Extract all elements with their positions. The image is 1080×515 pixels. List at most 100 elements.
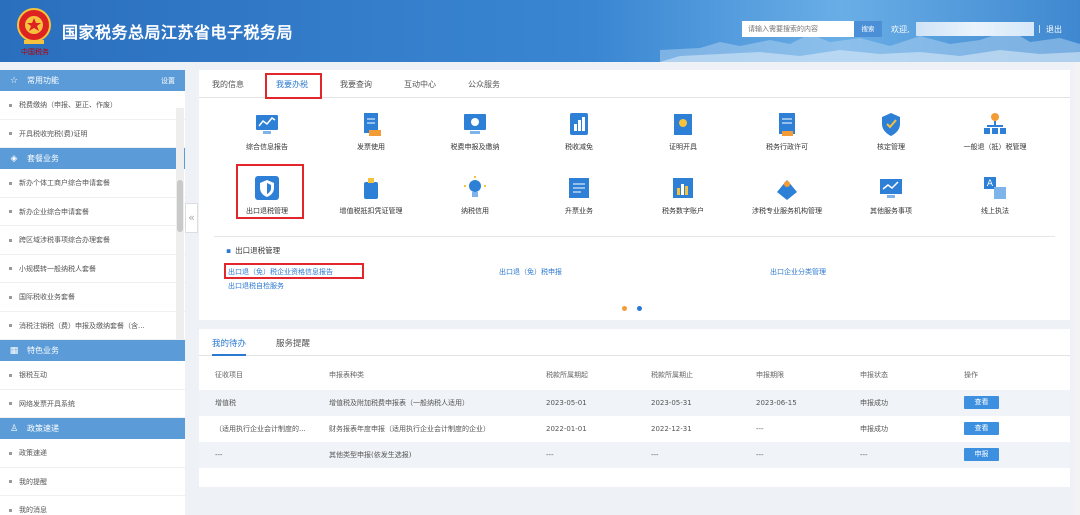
logout-link[interactable]: 退出	[1046, 24, 1062, 35]
column-header: 征收项目	[215, 371, 243, 379]
sidebar-section-policy[interactable]: ♙ 政策速递	[0, 418, 185, 439]
sidebar-section-package[interactable]: ◈ 套餐业务	[0, 148, 185, 169]
sidebar-item[interactable]: 小规模转一般纳税人套餐	[0, 255, 185, 283]
sidebar-item[interactable]: 新办企业综合申请套餐	[0, 198, 185, 226]
view-button[interactable]: 查看	[964, 422, 999, 435]
section-title: 政策速递	[27, 424, 59, 433]
table-cell: 增值税	[215, 399, 236, 407]
page-scrollbar[interactable]	[1074, 62, 1080, 515]
section-title: 套餐业务	[27, 154, 59, 163]
tab-public-service[interactable]: 公众服务	[468, 79, 500, 90]
function-label[interactable]: 证明开具	[633, 142, 733, 152]
export-selfcheck-link[interactable]: 出口退税自检服务	[228, 281, 284, 291]
function-label[interactable]: 税费申报及缴纳	[425, 142, 525, 152]
tax-relief-chart-icon[interactable]	[565, 110, 593, 138]
sidebar-item-label: 我的消息	[19, 506, 47, 514]
function-label[interactable]: 核定管理	[841, 142, 941, 152]
tab-service-reminder[interactable]: 服务提醒	[276, 337, 310, 349]
table-cell: 2023-06-15	[756, 399, 797, 407]
tab-query[interactable]: 我要查询	[340, 79, 372, 90]
export-declaration-link[interactable]: 出口退（免）税申报	[499, 267, 562, 277]
online-enforcement-icon[interactable]: A	[981, 174, 1009, 202]
sidebar-item-label: 跨区域涉税事项综合办理套餐	[19, 236, 110, 244]
invoice-icon[interactable]	[357, 110, 385, 138]
export-refund-subpanel: ▪ 出口退税管理 出口退（免）税企业资格信息报告 出口退（免）税申报 出口企业分类…	[214, 236, 1055, 301]
sidebar-scroll-thumb[interactable]	[177, 180, 183, 232]
sidebar-item[interactable]: 银税互动	[0, 361, 185, 390]
function-label[interactable]: 升票业务	[529, 206, 629, 216]
layers-icon: ◈	[10, 153, 18, 164]
function-label[interactable]: 一般退（抵）税管理	[945, 142, 1045, 152]
column-header: 申报期限	[756, 371, 784, 379]
star-icon: ☆	[9, 75, 19, 86]
declare-button[interactable]: 申报	[964, 448, 999, 461]
function-label[interactable]: 税收减免	[529, 142, 629, 152]
tab-my-info[interactable]: 我的信息	[212, 79, 244, 90]
settings-link[interactable]: 设置	[161, 76, 175, 86]
table-cell: 申报成功	[860, 399, 888, 407]
credit-bulb-icon[interactable]	[461, 174, 489, 202]
sidebar-item[interactable]: 开具税收完税(费)证明	[0, 120, 185, 148]
shield-check-icon[interactable]	[877, 110, 905, 138]
table-cell: （适用执行企业会计制度的...	[215, 425, 306, 433]
agency-tag-icon[interactable]	[773, 174, 801, 202]
function-label[interactable]: 涉税专业服务机构管理	[737, 206, 837, 216]
bullet-icon	[9, 402, 12, 405]
function-label[interactable]: 其他服务事项	[841, 206, 941, 216]
sidebar-item[interactable]: 政策速递	[0, 439, 185, 468]
search-button[interactable]: 搜索	[854, 21, 882, 37]
digital-account-icon[interactable]	[669, 174, 697, 202]
function-label[interactable]: 税务行政许可	[737, 142, 837, 152]
tab-my-todo[interactable]: 我的待办	[212, 337, 247, 356]
todo-panel: 我的待办 服务提醒 征收项目 申报表种类 税款所属期起 税款所属期止 申报期限 …	[199, 329, 1070, 487]
table-cell: 2023-05-31	[651, 399, 692, 407]
sidebar-item[interactable]: 网络发票开具系统	[0, 390, 185, 418]
sidebar-item-label: 我的提醒	[19, 477, 47, 486]
sidebar-collapse-button[interactable]: «	[185, 203, 198, 233]
sidebar-item-label: 银税互动	[19, 371, 47, 379]
sidebar-item[interactable]: 税费缴纳（申报、更正、作废）	[0, 91, 185, 120]
sidebar-item[interactable]: 消税注销税（费）申报及缴纳套餐（含...	[0, 312, 185, 340]
tab-interaction[interactable]: 互动中心	[404, 79, 436, 90]
report-monitor-icon[interactable]	[253, 110, 281, 138]
function-label[interactable]: 发票使用	[321, 142, 421, 152]
function-label[interactable]: 纳税信用	[425, 206, 525, 216]
column-header: 税款所属期起	[546, 371, 588, 379]
carousel-dot[interactable]	[622, 306, 627, 311]
certificate-icon[interactable]	[669, 110, 697, 138]
bullet-icon	[9, 238, 12, 242]
sidebar-item[interactable]: 新办个体工商户综合申请套餐	[0, 169, 185, 198]
highlight-box-tab	[265, 73, 322, 99]
sidebar-item-label: 税费缴纳（申报、更正、作废）	[19, 101, 117, 109]
export-classification-link[interactable]: 出口企业分类管理	[770, 267, 826, 277]
search-input[interactable]	[742, 21, 854, 37]
sidebar-item-label: 小规模转一般纳税人套餐	[19, 264, 96, 273]
voucher-bag-icon[interactable]	[357, 174, 385, 202]
license-icon[interactable]	[773, 110, 801, 138]
sidebar-item[interactable]: 我的提醒	[0, 468, 185, 496]
sidebar-item[interactable]: 我的消息	[0, 496, 185, 515]
sidebar-item-label: 消税注销税（费）申报及缴纳套餐（含...	[19, 321, 145, 330]
declare-monitor-icon[interactable]	[461, 110, 489, 138]
bullet-icon	[9, 324, 12, 327]
other-service-monitor-icon[interactable]	[877, 174, 905, 202]
function-label[interactable]: 税务数字账户	[633, 206, 733, 216]
table-row: --- 其他类型申报(依发生选报) --- --- --- --- 申报	[199, 442, 1070, 468]
function-label[interactable]: 综合信息报告	[217, 142, 317, 152]
view-button[interactable]: 查看	[964, 396, 999, 409]
bullet-icon	[9, 103, 12, 107]
sidebar-item[interactable]: 跨区域涉税事项综合办理套餐	[0, 226, 185, 255]
sidebar-section-featured[interactable]: ▦ 特色业务	[0, 340, 185, 361]
sidebar-item[interactable]: 国际税收业务套餐	[0, 283, 185, 312]
highlight-box-link	[224, 263, 364, 279]
header-separator: |	[1038, 24, 1041, 33]
refund-tree-icon[interactable]	[981, 110, 1009, 138]
ticket-business-icon[interactable]	[565, 174, 593, 202]
function-label[interactable]: 增值税抵扣凭证管理	[321, 206, 421, 216]
sidebar-section-common[interactable]: ☆ 常用功能 设置	[0, 70, 185, 91]
bullet-icon	[9, 267, 12, 270]
table-cell: ---	[860, 451, 868, 459]
function-label[interactable]: 线上执法	[945, 206, 1045, 216]
table-cell: 财务报表年度申报（适用执行企业会计制度的企业）	[329, 425, 490, 433]
carousel-dot[interactable]	[637, 306, 642, 311]
